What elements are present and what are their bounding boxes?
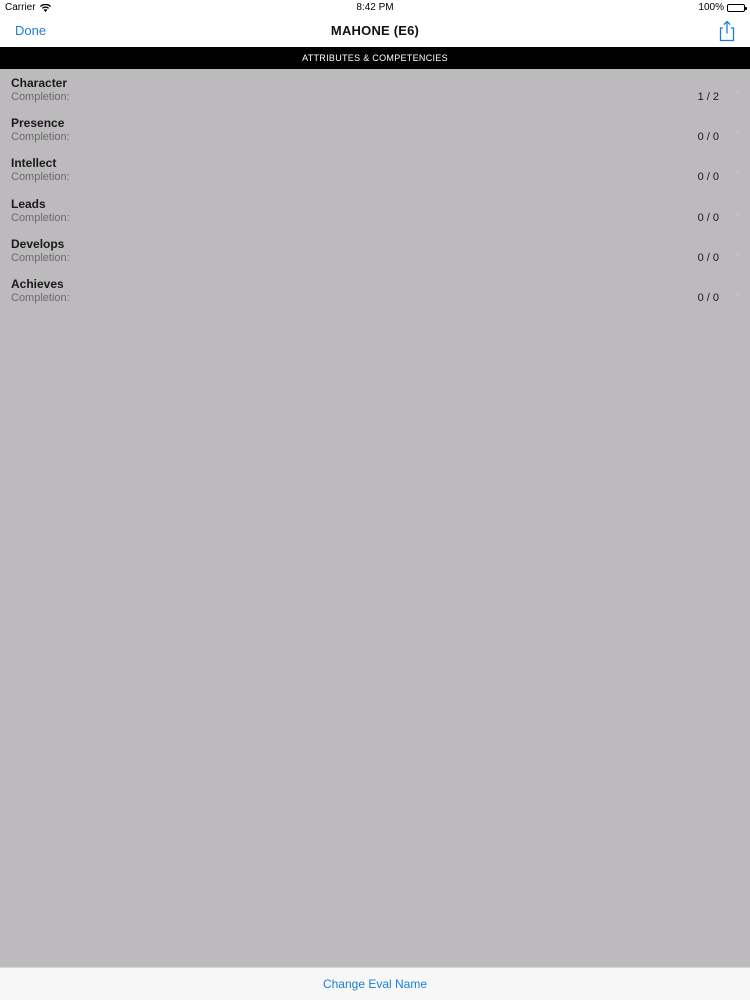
completion-label: Completion:: [11, 291, 70, 304]
completion-count: 0 / 0: [697, 171, 719, 184]
item-name: Intellect: [11, 156, 57, 171]
item-name: Character: [11, 76, 68, 90]
list-item-character[interactable]: Character Completion: 1 / 2 ›: [0, 69, 750, 109]
completion-count: 0 / 0: [697, 251, 719, 264]
list-item-develops[interactable]: Develops Completion: 0 / 0 ›: [0, 230, 750, 270]
completion-label: Completion:: [11, 171, 70, 184]
page-title: MAHONE (E6): [330, 23, 420, 38]
completion-label: Completion:: [11, 251, 70, 264]
chevron-right-icon: ›: [735, 243, 740, 260]
completion-label: Completion:: [11, 211, 70, 224]
completion-count: 0 / 0: [697, 211, 719, 224]
battery-percent: 100%: [698, 2, 724, 13]
battery-icon: [727, 3, 747, 12]
chevron-right-icon: ›: [735, 203, 740, 220]
list-item-intellect[interactable]: Intellect Completion: 0 / 0 ›: [0, 149, 750, 189]
completion-count: 0 / 0: [697, 131, 719, 144]
bottom-toolbar: Change Eval Name: [0, 967, 750, 1000]
share-icon[interactable]: [718, 20, 736, 42]
list-item-presence[interactable]: Presence Completion: 0 / 0 ›: [0, 109, 750, 149]
chevron-right-icon: ›: [735, 83, 740, 99]
chevron-right-icon: ›: [735, 123, 740, 140]
category-list: Character Completion: 1 / 2 › Presence C…: [0, 69, 750, 310]
item-name: Presence: [11, 116, 65, 131]
item-name: Leads: [11, 196, 46, 211]
change-eval-name-button[interactable]: Change Eval Name: [323, 977, 427, 991]
completion-count: 0 / 0: [697, 291, 719, 304]
list-item-achieves[interactable]: Achieves Completion: 0 / 0 ›: [0, 270, 750, 310]
completion-count: 1 / 2: [697, 91, 719, 103]
list-item-leads[interactable]: Leads Completion: 0 / 0 ›: [0, 190, 750, 230]
completion-label: Completion:: [11, 91, 70, 103]
navigation-bar: Done MAHONE (E6): [0, 16, 750, 47]
battery-group: 100%: [698, 2, 747, 13]
chevron-right-icon: ›: [735, 283, 740, 300]
status-bar: Carrier 8:42 PM 100%: [0, 0, 750, 16]
completion-label: Completion:: [11, 131, 70, 144]
status-time: 8:42 PM: [356, 2, 394, 13]
chevron-right-icon: ›: [735, 163, 740, 180]
item-name: Achieves: [11, 276, 64, 291]
section-header: ATTRIBUTES & COMPETENCIES: [0, 47, 750, 69]
item-name: Develops: [11, 236, 65, 251]
